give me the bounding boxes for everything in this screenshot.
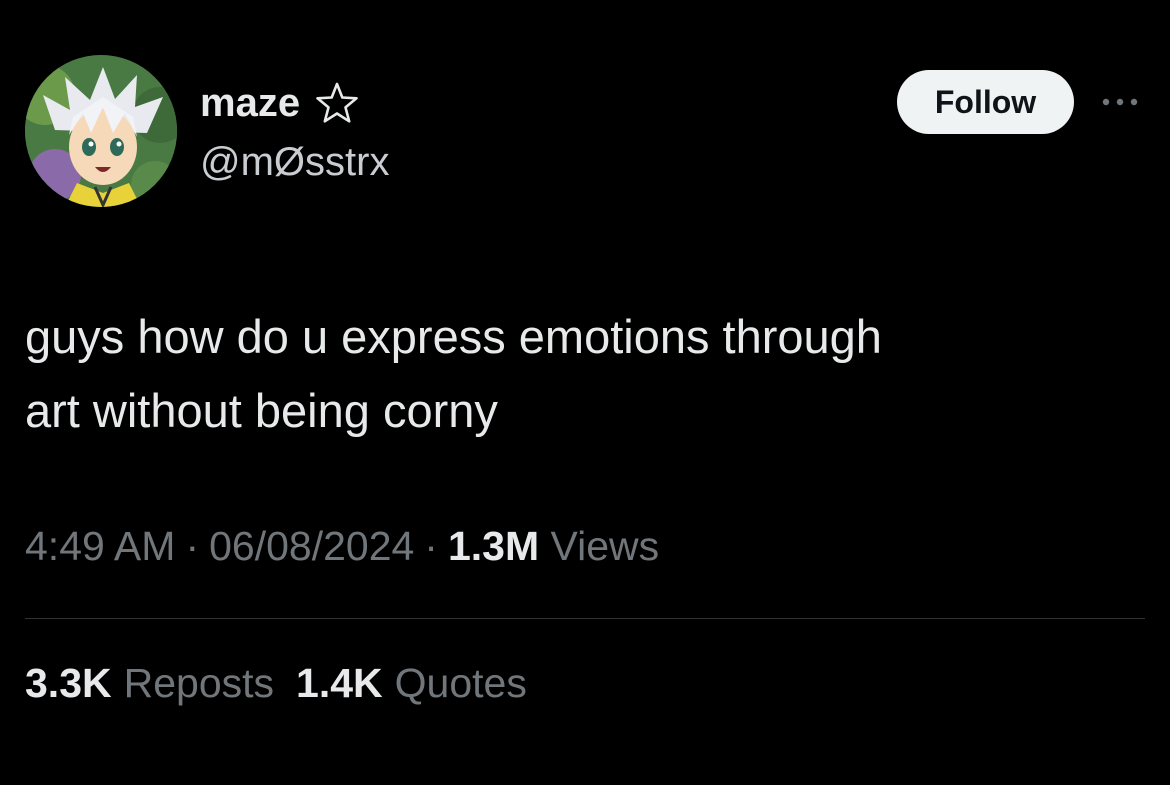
- reposts-label: Reposts: [123, 660, 275, 706]
- reposts-stat[interactable]: 3.3K Reposts: [25, 660, 274, 707]
- tweet-text-line: guys how do u express emotions through: [25, 310, 882, 363]
- meta-separator: ·: [424, 523, 438, 569]
- tweet-meta: 4:49 AM · 06/08/2024 · 1.3M Views: [25, 523, 659, 570]
- more-horizontal-icon[interactable]: [1098, 92, 1142, 112]
- views-count: 1.3M: [447, 523, 540, 569]
- tweet-time[interactable]: 4:49 AM: [25, 523, 175, 569]
- tweet-text: guys how do u express emotions through a…: [25, 300, 1135, 448]
- reposts-count: 3.3K: [25, 660, 112, 706]
- avatar[interactable]: [25, 55, 177, 207]
- quotes-label: Quotes: [394, 660, 527, 706]
- quotes-stat[interactable]: 1.4K Quotes: [296, 660, 527, 707]
- display-name[interactable]: maze: [200, 81, 300, 126]
- star-outline-icon: [314, 80, 360, 126]
- avatar-image: [25, 55, 177, 207]
- tweet-card: maze @mØsstrx Follow guys how do u expre…: [0, 0, 1170, 785]
- tweet-date[interactable]: 06/08/2024: [209, 523, 414, 569]
- meta-separator: ·: [185, 523, 200, 569]
- tweet-text-line: art without being corny: [25, 384, 498, 437]
- divider: [25, 618, 1145, 619]
- follow-button[interactable]: Follow: [897, 70, 1074, 134]
- views-label: Views: [550, 523, 660, 569]
- quotes-count: 1.4K: [296, 660, 383, 706]
- tweet-stats: 3.3K Reposts 1.4K Quotes: [25, 660, 527, 707]
- user-name-row: maze: [200, 78, 360, 128]
- user-handle[interactable]: @mØsstrx: [200, 140, 389, 185]
